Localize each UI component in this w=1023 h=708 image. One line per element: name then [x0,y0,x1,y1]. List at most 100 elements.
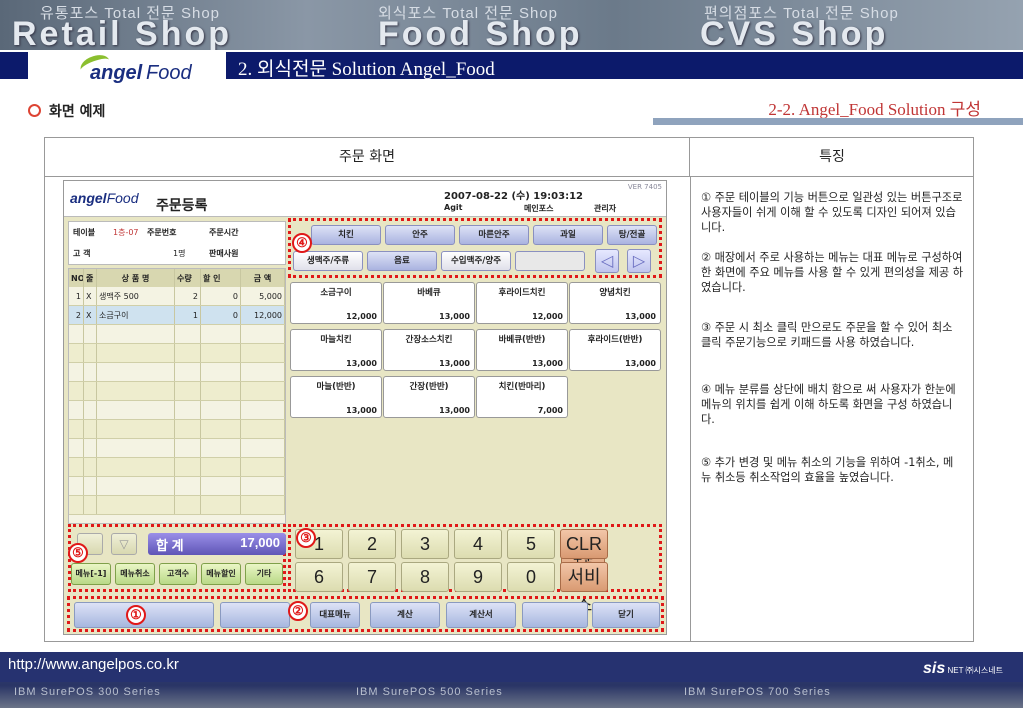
category-tab[interactable]: 치킨 [311,225,381,245]
cell-mark: X [84,287,97,305]
keypad-key[interactable]: 2 [348,529,396,559]
cell-mark [84,344,97,362]
bottom-blank-button-2[interactable] [220,602,290,628]
menu-item[interactable]: 후라이드치킨 12,000 [476,282,568,324]
table-row[interactable] [69,401,285,420]
menu-price: 13,000 [532,359,563,368]
menu-cancel-button[interactable]: 메뉴취소 [115,563,155,585]
category-tab[interactable]: 탕/전골 [607,225,657,245]
category-tab[interactable]: 안주 [385,225,455,245]
keypad-key[interactable]: 4 [454,529,502,559]
cell-mark [84,325,97,343]
menu-item[interactable]: 소금구이 12,000 [290,282,382,324]
cell-no [69,401,84,419]
menu-price: 13,000 [625,359,656,368]
scroll-down-button[interactable]: ▽ [111,533,137,555]
feature-item-5: ⑤ 추가 변경 및 메뉴 취소의 기능을 위하여 -1취소, 메뉴 취소등 취소… [701,456,954,484]
category-tab[interactable]: 음료 [367,251,437,271]
menu-item[interactable]: 양념치킨 13,000 [569,282,661,324]
keypad-key[interactable]: 서비스 [560,562,608,615]
guest-count-button[interactable]: 고객수 [159,563,197,585]
keypad-key[interactable]: 7 [348,562,396,592]
main-menu-button[interactable]: 대표메뉴 [310,602,360,628]
column-divider [690,177,691,642]
keypad-key[interactable]: 5 [507,529,555,559]
cell-amt: 5,000 [241,287,285,305]
menu-item[interactable]: 간장(반반) 13,000 [383,376,475,418]
category-tab[interactable]: 마른안주 [459,225,529,245]
table-row[interactable] [69,496,285,515]
keypad-key[interactable]: 3 [401,529,449,559]
bill-button[interactable]: 계산서 [446,602,516,628]
menu-discount-button[interactable]: 메뉴할인 [201,563,241,585]
table-row[interactable] [69,344,285,363]
cell-no: 2 [69,306,84,324]
cell-no [69,477,84,495]
table-row[interactable] [69,439,285,458]
cell-amt [241,496,285,514]
cell-no [69,496,84,514]
table-row[interactable] [69,420,285,439]
table-row[interactable]: 1 X 생맥주 500 2 0 5,000 [69,287,285,306]
cell-amt [241,439,285,457]
menu-item[interactable]: 마늘(반반) 13,000 [290,376,382,418]
menu-name: 후라이드(반반) [587,335,643,345]
pos-order-screen: angelFood 주문등록 2007-08-22 (수) 19:03:12 V… [63,180,667,635]
banner-food-title: Food Shop [378,15,583,50]
category-tab[interactable]: 과일 [533,225,603,245]
menu-minus-one-button[interactable]: 메뉴[-1] [71,563,111,585]
table-row[interactable] [69,325,285,344]
prev-page-button[interactable]: ◁ [595,249,619,273]
cell-no [69,325,84,343]
table-row[interactable] [69,363,285,382]
table-row[interactable]: 2 X 소금구이 1 0 12,000 [69,306,285,325]
menu-name: 바베큐(반반) [498,335,546,345]
menu-price: 13,000 [439,312,470,321]
footer-product-1: IBM SurePOS 300 Series [14,686,161,698]
menu-item[interactable]: 후라이드(반반) 13,000 [569,329,661,371]
pos-logo-angel: angel [70,190,107,206]
menu-name: 바베큐 [417,288,441,298]
category-blank[interactable] [515,251,585,271]
cell-disc [201,439,241,457]
menu-item[interactable]: 바베큐(반반) 13,000 [476,329,568,371]
keypad-key[interactable]: 6 [295,562,343,592]
order-list[interactable]: NO 줄 상 품 명 수량 할 인 금 액 1 X 생맥주 500 2 0 5,000 2 X… [68,268,286,524]
callout-2: ② [288,601,308,621]
table-row[interactable] [69,458,285,477]
keypad-key[interactable]: 8 [401,562,449,592]
close-button[interactable]: 닫기 [592,602,660,628]
pos-title: 주문등록 [156,198,208,214]
keypad-key[interactable]: CLR [560,529,608,559]
pos-agit: Agit [444,203,463,212]
keypad: 주 문 12345CLR67890서비스 [288,524,662,615]
category-tab[interactable]: 생맥주/주류 [293,251,363,271]
cell-disc [201,344,241,362]
cell-qty [175,344,201,362]
cell-amt [241,363,285,381]
cell-disc [201,420,241,438]
keypad-key[interactable]: 0 [507,562,555,592]
menu-name: 소금구이 [320,288,352,298]
cell-name [97,363,175,381]
cell-name [97,420,175,438]
menu-item[interactable]: 치킨(반마리) 7,000 [476,376,568,418]
sisnet-logo: sis NET ㈜시스네트 [923,660,1003,678]
table-row[interactable] [69,382,285,401]
menu-item[interactable]: 마늘치킨 13,000 [290,329,382,371]
calculate-button[interactable]: 계산 [370,602,440,628]
keypad-key[interactable]: 9 [454,562,502,592]
menu-price: 13,000 [346,359,377,368]
category-tab[interactable]: 수입맥주/양주 [441,251,511,271]
table-row[interactable] [69,477,285,496]
footer-product-2: IBM SurePOS 500 Series [356,686,503,698]
menu-item[interactable]: 간장소스치킨 13,000 [383,329,475,371]
next-page-button[interactable]: ▷ [627,249,651,273]
bottom-blank-button-3[interactable] [522,602,588,628]
title-bar-left [0,52,28,79]
footer-url[interactable]: http://www.angelpos.co.kr [8,656,179,673]
menu-item[interactable]: 바베큐 13,000 [383,282,475,324]
menu-price: 12,000 [532,312,563,321]
etc-button[interactable]: 기타 [245,563,283,585]
pos-logo: angelFood [70,190,139,206]
